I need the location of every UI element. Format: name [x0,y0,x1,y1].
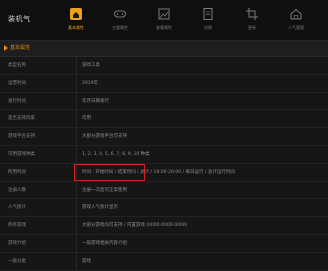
house-icon [289,7,303,21]
table-row: 发行时间 年月日期发行 [0,92,328,111]
nav-label: 查看属性 [156,25,172,30]
row-value: 大部分游戏均可支持 / 内置游戏 (0000-0000-0000) [82,223,188,229]
properties-table: 类型名称 游戏工具 运营时间 2019年 发行时间 年月日期发行 是否支持玩家 可用 游… [0,57,328,271]
table-row: 人气统计 游戏人气统计显示 [0,199,328,218]
highlight-annotation-box [74,164,145,181]
table-row: 类型名称 游戏工具 [0,57,328,75]
row-value: 注册一次后可正常使用 [82,187,127,193]
row-value: 大部分游戏平台可支持 [82,134,127,140]
row-value: 游戏 [82,258,91,264]
nav-tab-detail[interactable]: 详情 [190,0,226,40]
crop-icon [245,7,259,21]
row-value: 可用 [82,116,91,122]
row-value: 游戏工具 [82,63,100,68]
row-label: 类型名称 [8,63,26,68]
row-label: 可用游戏种类 [8,151,35,157]
row-value: 游戏人气统计显示 [82,205,118,211]
row-label: 发行时间 [8,98,26,104]
expand-arrow-icon [4,45,8,51]
row-label: 是否支持玩家 [8,116,35,122]
row-value: 1, 2, 3, 4, 5, 6, 7, 8, 9, 10 种类 [82,151,150,157]
nav-label: 更新 [248,25,256,30]
nav-label: 人气管理 [288,25,304,30]
row-value: 一般游戏相关内容介绍 [82,240,127,246]
table-row: 是否支持玩家 可用 [0,110,328,129]
row-label: 人气统计 [8,205,26,211]
table-row: 游戏平台支持 大部分游戏平台可支持 [0,128,328,146]
row-label: 注册人数 [8,187,26,193]
row-value: 年月日期发行 [82,98,109,104]
row-label: 游戏介绍 [8,240,26,246]
row-value: 2019年 [82,80,98,86]
image-icon [157,7,171,21]
table-row: 可用游戏种类 1, 2, 3, 4, 5, 6, 7, 8, 9, 10 种类 [0,145,328,164]
row-label: 一级分类 [8,258,26,264]
row-label: 运营时间 [8,80,26,86]
nav-label: 详情 [204,25,212,30]
table-row: 所有游戏 大部分游戏均可支持 / 内置游戏 (0000-0000-0000) [0,217,328,235]
document-icon [201,7,215,21]
nav-tab-basic[interactable]: 基本属性 [58,0,94,40]
table-row: 一级分类 游戏 [0,252,328,271]
gamepad-icon [113,7,127,21]
home-icon [69,7,83,21]
table-row: 注册人数 注册一次后可正常使用 [0,181,328,200]
section-title: 基本属性 [10,45,31,51]
table-row: 所用时间 时间 : 开始时间 / 结束时间 / 总计 / 19:00-20:00 … [0,163,328,182]
table-row: 游戏介绍 一般游戏相关内容介绍 [0,234,328,253]
nav-label: 基本属性 [68,25,84,30]
nav-tab-theme[interactable]: 主题属性 [102,0,138,40]
nav-tab-update[interactable]: 更新 [234,0,270,40]
row-label: 所有游戏 [8,223,26,229]
table-row: 运营时间 2019年 [0,74,328,93]
nav-label: 主题属性 [112,25,128,30]
section-header[interactable]: 基本属性 [0,41,328,57]
top-header: 装机气 基本属性 主题属性 查看属性 详情 更新 人气管理 [0,0,328,41]
row-label: 所用时间 [8,169,26,175]
row-label: 游戏平台支持 [8,134,35,140]
nav-tab-popularity[interactable]: 人气管理 [278,0,314,40]
nav-tab-view[interactable]: 查看属性 [146,0,182,40]
app-logo: 装机气 [8,15,31,23]
